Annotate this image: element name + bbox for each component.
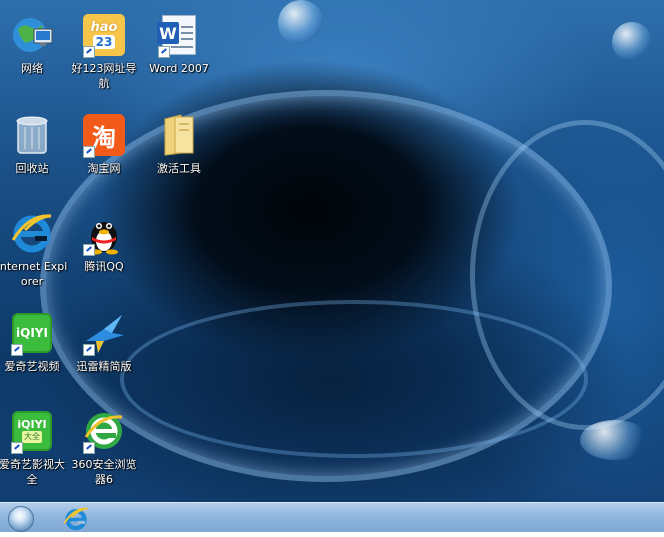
hao123-badge-number: 23 <box>92 35 116 49</box>
desktop-icon-label: 激活工具 <box>157 162 201 175</box>
desktop-icon-label: Word 2007 <box>149 62 209 75</box>
desktop-icon-activation-tools[interactable]: 激活工具 <box>143 112 215 176</box>
desktop-icon-label: 腾讯QQ <box>84 260 124 273</box>
shortcut-arrow-icon <box>11 442 23 454</box>
wallpaper-water-drop <box>278 0 324 46</box>
iqiyi-icon: iQIYI 大全 <box>9 408 55 454</box>
desktop-icon-label: 爱奇艺影视大全 <box>0 458 65 486</box>
shortcut-arrow-icon <box>83 244 95 256</box>
desktop-icon-label: 迅雷精简版 <box>76 360 132 373</box>
desktop-icon-recycle-bin[interactable]: 回收站 <box>0 112 68 176</box>
desktop-icon-label: 360安全浏览器6 <box>71 458 137 486</box>
iqiyi-icon: iQIYI <box>9 310 55 356</box>
hao123-icon: hao 23 <box>81 12 127 58</box>
internet-explorer-icon <box>9 210 55 256</box>
wallpaper-water-drop <box>612 22 652 62</box>
desktop-icon-xunlei[interactable]: 迅雷精简版 <box>68 310 140 374</box>
word-badge: W <box>157 22 179 44</box>
desktop-icon-qq[interactable]: 腾讯QQ <box>68 210 140 274</box>
iqiyi-badge-text: iQIYI <box>17 418 47 431</box>
desktop-icon-label: 淘宝网 <box>87 162 121 175</box>
shortcut-arrow-icon <box>158 46 170 58</box>
desktop-wallpaper: 网络 回收站 Internet Explorer iQIYI 爱奇艺视频 iQI… <box>0 0 664 502</box>
desktop-icon-iqiyi-video[interactable]: iQIYI 爱奇艺视频 <box>0 310 68 374</box>
desktop-icon-iqiyi-daquan[interactable]: iQIYI 大全 爱奇艺影视大全 <box>0 408 68 487</box>
360-browser-icon <box>81 408 127 454</box>
recycle-bin-icon <box>9 112 55 158</box>
wallpaper-water-drop <box>580 420 650 460</box>
wallpaper-ripple <box>120 300 588 458</box>
shortcut-arrow-icon <box>11 344 23 356</box>
desktop-icon-360-browser[interactable]: 360安全浏览器6 <box>68 408 140 487</box>
desktop-icon-internet-explorer[interactable]: Internet Explorer <box>0 210 68 289</box>
taobao-icon: 淘 <box>81 112 127 158</box>
start-orb-icon[interactable] <box>8 506 34 532</box>
desktop-icon-label: 爱奇艺视频 <box>4 360 60 373</box>
desktop-icon-network[interactable]: 网络 <box>0 12 68 76</box>
hao123-badge-text: hao <box>90 20 118 35</box>
shortcut-arrow-icon <box>83 344 95 356</box>
folder-icon <box>156 112 202 158</box>
desktop-icon-label: 回收站 <box>15 162 49 175</box>
iqiyi-badge-sub: 大全 <box>22 431 42 443</box>
taskbar <box>0 502 664 532</box>
shortcut-arrow-icon <box>83 442 95 454</box>
qq-penguin-icon <box>81 210 127 256</box>
desktop-icon-label: Internet Explorer <box>0 260 68 288</box>
shortcut-arrow-icon <box>83 46 95 58</box>
desktop-icon-hao123[interactable]: hao 23 好123网址导航 <box>68 12 140 91</box>
desktop-icon-taobao[interactable]: 淘 淘宝网 <box>68 112 140 176</box>
internet-explorer-icon <box>63 507 88 531</box>
desktop-icon-word-2007[interactable]: W Word 2007 <box>143 12 215 76</box>
word-icon: W <box>156 12 202 58</box>
network-icon <box>9 12 55 58</box>
xunlei-bird-icon <box>81 310 127 356</box>
taskbar-internet-explorer-button[interactable] <box>62 505 90 533</box>
shortcut-arrow-icon <box>83 146 95 158</box>
desktop-icon-label: 好123网址导航 <box>71 62 137 90</box>
wallpaper-ripple <box>470 120 664 430</box>
desktop-icon-label: 网络 <box>21 62 43 75</box>
